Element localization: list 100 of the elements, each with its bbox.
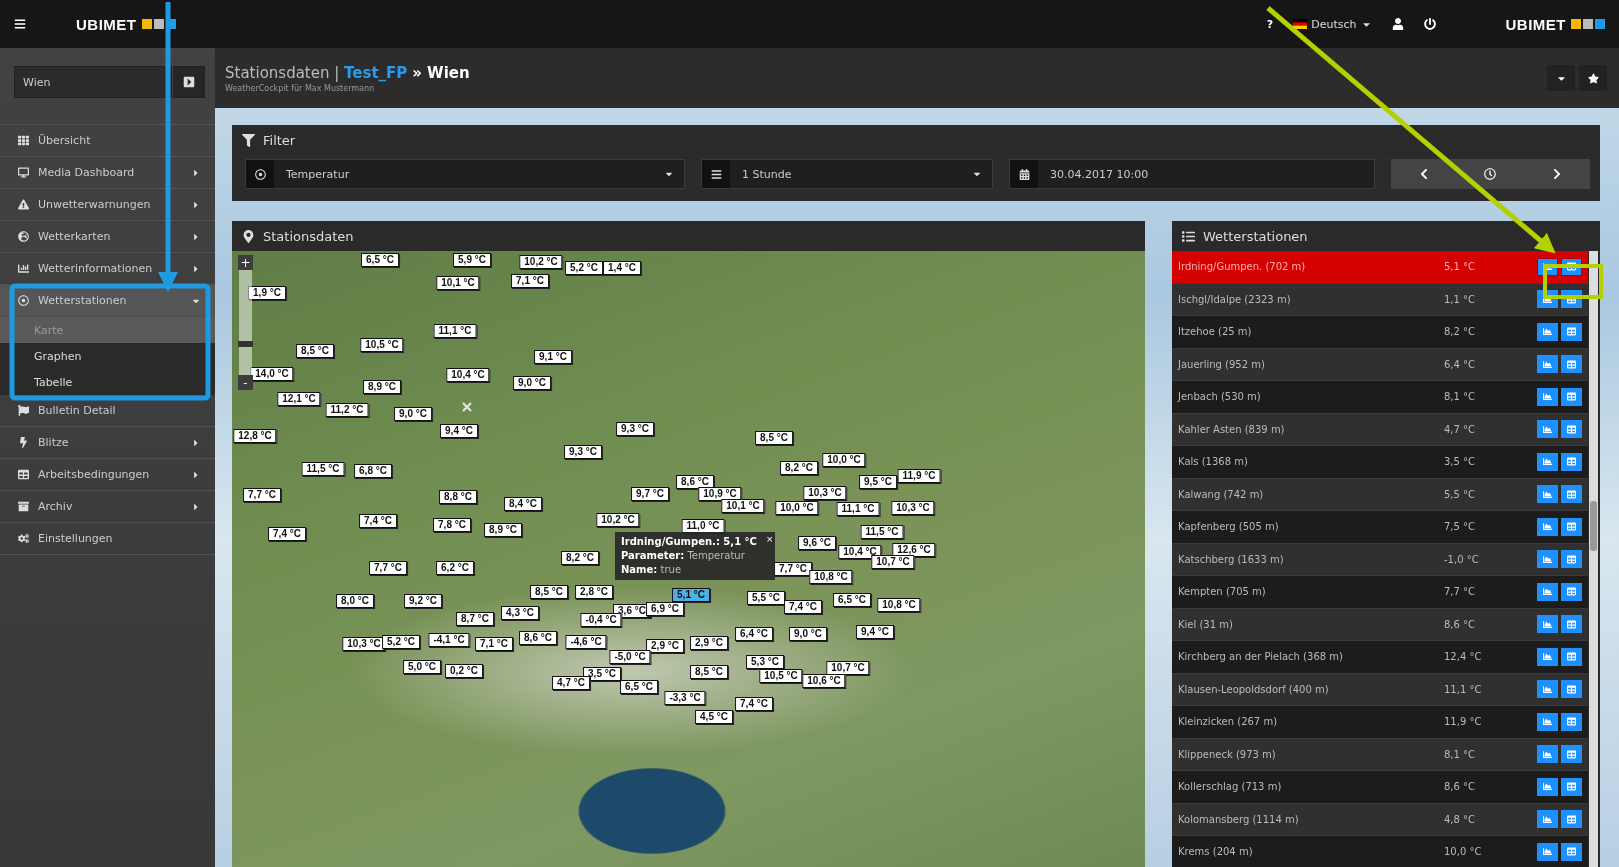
chart-button[interactable]	[1537, 420, 1558, 439]
chart-button[interactable]	[1537, 485, 1558, 504]
temperature-marker[interactable]: 8,2 °C	[780, 461, 818, 475]
power-button[interactable]	[1423, 18, 1436, 30]
station-row[interactable]: Kahler Asten (839 m) 4,7 °C	[1172, 413, 1588, 446]
table-button[interactable]	[1561, 452, 1582, 471]
temperature-marker[interactable]: 10,7 °C	[826, 661, 870, 675]
temperature-marker[interactable]: 7,4 °C	[359, 514, 397, 528]
chart-button[interactable]	[1537, 745, 1558, 764]
temperature-marker[interactable]: 5,3 °C	[746, 655, 784, 669]
table-button[interactable]	[1561, 355, 1582, 374]
temperature-marker[interactable]: 8,7 °C	[456, 612, 494, 626]
temperature-marker[interactable]: 9,7 °C	[631, 487, 669, 501]
temperature-marker[interactable]: 0,2 °C	[445, 664, 483, 678]
temperature-marker[interactable]: 1,9 °C	[248, 286, 286, 300]
temperature-marker[interactable]: 11,9 °C	[897, 469, 941, 483]
temperature-marker[interactable]: 10,2 °C	[596, 513, 640, 527]
temperature-marker[interactable]: 10,5 °C	[759, 669, 803, 683]
temperature-marker[interactable]: -0,4 °C	[580, 613, 622, 627]
temperature-marker[interactable]: 10,3 °C	[891, 501, 935, 515]
zoom-in-button[interactable]: +	[238, 255, 253, 270]
temperature-marker[interactable]: 2,9 °C	[646, 639, 684, 653]
temperature-marker[interactable]: 9,0 °C	[394, 407, 432, 421]
temperature-marker[interactable]: 4,7 °C	[552, 676, 590, 690]
temperature-marker[interactable]: 8,5 °C	[755, 431, 793, 445]
temperature-marker[interactable]: 14,0 °C	[250, 367, 294, 381]
dropdown-button[interactable]	[1547, 65, 1575, 91]
date-field[interactable]: 30.04.2017 10:00	[1009, 159, 1375, 189]
chart-button[interactable]	[1537, 777, 1558, 796]
temperature-marker[interactable]: 7,1 °C	[511, 274, 549, 288]
temperature-marker[interactable]: 5,9 °C	[453, 253, 491, 267]
station-row[interactable]: Kirchberg an der Pielach (368 m) 12,4 °C	[1172, 641, 1588, 674]
temperature-marker[interactable]: 4,3 °C	[501, 606, 539, 620]
chart-button[interactable]	[1537, 712, 1558, 731]
scrollbar[interactable]	[1589, 251, 1598, 867]
temperature-marker[interactable]: 6,5 °C	[620, 680, 658, 694]
close-button[interactable]: ×	[766, 533, 773, 545]
temperature-marker[interactable]: 12,6 °C	[892, 543, 936, 557]
temperature-marker[interactable]: 11,2 °C	[325, 403, 369, 417]
temperature-marker[interactable]: 10,2 °C	[519, 255, 563, 269]
temperature-marker[interactable]: 12,1 °C	[277, 392, 321, 406]
temperature-marker[interactable]: 10,6 °C	[802, 674, 846, 688]
table-button[interactable]	[1561, 777, 1582, 796]
temperature-marker[interactable]: 11,5 °C	[860, 525, 904, 539]
temperature-marker[interactable]: 10,1 °C	[436, 276, 480, 290]
temperature-marker[interactable]: 7,4 °C	[268, 527, 306, 541]
temperature-marker[interactable]: 10,7 °C	[871, 555, 915, 569]
station-row[interactable]: Kapfenberg (505 m) 7,5 °C	[1172, 511, 1588, 544]
chart-button[interactable]	[1537, 842, 1558, 861]
table-button[interactable]	[1561, 745, 1582, 764]
temperature-marker[interactable]: 8,6 °C	[519, 631, 557, 645]
chart-button[interactable]	[1537, 452, 1558, 471]
chart-button[interactable]	[1537, 615, 1558, 634]
station-row[interactable]: Jenbach (530 m) 8,1 °C	[1172, 381, 1588, 414]
table-button[interactable]	[1561, 680, 1582, 699]
station-row[interactable]: Ischgl/Idalpe (2323 m) 1,1 °C	[1172, 283, 1588, 316]
chart-button[interactable]	[1537, 387, 1558, 406]
table-button[interactable]	[1561, 582, 1582, 601]
temperature-marker[interactable]: 10,1 °C	[721, 499, 765, 513]
go-button[interactable]	[173, 66, 205, 98]
favorite-button[interactable]	[1579, 65, 1607, 91]
temperature-marker[interactable]: 8,5 °C	[690, 665, 728, 679]
table-button[interactable]	[1561, 810, 1582, 829]
temperature-marker[interactable]: 2,9 °C	[690, 636, 728, 650]
language-dropdown[interactable]: Deutsch	[1293, 17, 1372, 31]
temperature-marker[interactable]: 7,8 °C	[433, 518, 471, 532]
temperature-marker[interactable]: 11,1 °C	[433, 324, 477, 338]
station-row[interactable]: Krems (204 m) 10,0 °C	[1172, 836, 1588, 867]
temperature-marker[interactable]: 5,0 °C	[403, 660, 441, 674]
table-button[interactable]	[1561, 615, 1582, 634]
temperature-marker[interactable]: 10,3 °C	[803, 486, 847, 500]
station-row[interactable]: Kals (1368 m) 3,5 °C	[1172, 446, 1588, 479]
temperature-marker[interactable]: 10,8 °C	[877, 598, 921, 612]
temperature-marker[interactable]: 7,7 °C	[774, 562, 812, 576]
temperature-marker[interactable]: 11,1 °C	[836, 502, 880, 516]
temperature-marker[interactable]: 6,5 °C	[361, 253, 399, 267]
temperature-marker[interactable]: 5,2 °C	[382, 635, 420, 649]
table-button[interactable]	[1561, 485, 1582, 504]
temperature-marker[interactable]: 6,2 °C	[436, 561, 474, 575]
temperature-marker[interactable]: 12,8 °C	[233, 429, 277, 443]
temperature-marker[interactable]: 6,4 °C	[735, 627, 773, 641]
temperature-marker[interactable]: 4,5 °C	[695, 710, 733, 724]
temperature-marker[interactable]: 10,9 °C	[698, 487, 742, 501]
station-row[interactable]: Kolomansberg (1114 m) 4,8 °C	[1172, 803, 1588, 836]
parameter-select[interactable]: Temperatur	[245, 159, 685, 189]
chart-button[interactable]	[1537, 322, 1558, 341]
temperature-marker[interactable]: 9,6 °C	[798, 536, 836, 550]
zoom-out-button[interactable]: -	[238, 375, 253, 390]
station-row[interactable]: Kiel (31 m) 8,6 °C	[1172, 608, 1588, 641]
zoom-slider[interactable]	[239, 270, 252, 375]
temperature-marker[interactable]: 7,1 °C	[475, 637, 513, 651]
temperature-marker[interactable]: 8,5 °C	[296, 344, 334, 358]
temperature-marker[interactable]: 8,9 °C	[484, 523, 522, 537]
table-button[interactable]	[1561, 420, 1582, 439]
temperature-marker[interactable]: 9,5 °C	[859, 475, 897, 489]
temperature-marker[interactable]: 7,7 °C	[243, 488, 281, 502]
temperature-marker[interactable]: 11,5 °C	[301, 462, 345, 476]
temperature-marker[interactable]: 8,4 °C	[504, 497, 542, 511]
station-row[interactable]: Klippeneck (973 m) 8,1 °C	[1172, 738, 1588, 771]
temperature-marker[interactable]: 9,3 °C	[616, 422, 654, 436]
